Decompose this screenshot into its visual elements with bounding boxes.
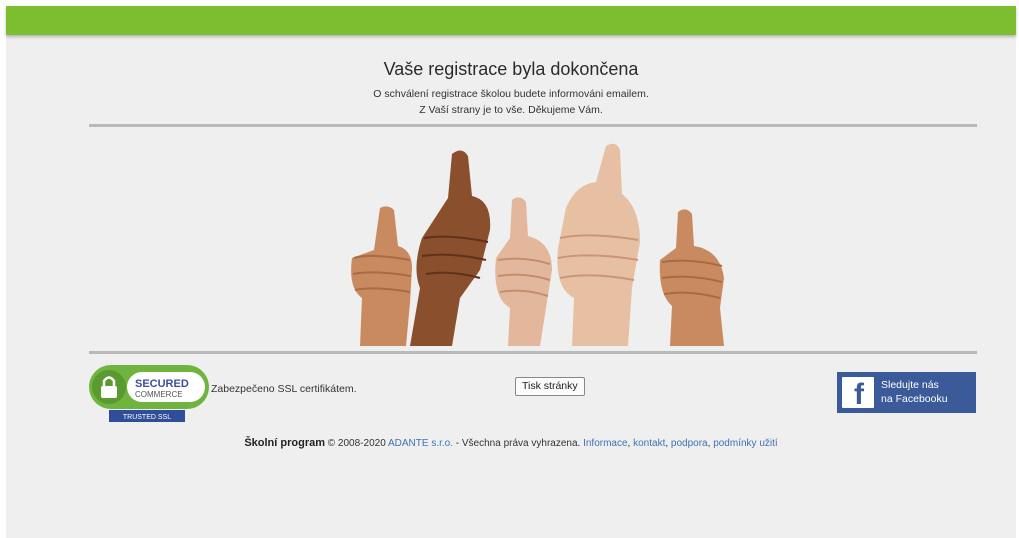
thumbs-up-hands-image (351, 143, 724, 346)
seal-commerce-text: COMMERCE (135, 390, 183, 399)
facebook-label-line2: na Facebooku (881, 393, 948, 405)
top-green-bar (6, 6, 1016, 35)
facebook-follow-button[interactable]: f Sledujte nás na Facebooku (837, 372, 976, 413)
hand-4 (557, 143, 640, 346)
footer-company-link[interactable]: ADANTE s.r.o. (388, 438, 453, 449)
confirmation-message-line1: O schválení registrace školou budete inf… (373, 88, 649, 100)
facebook-logo-letter: f (854, 378, 864, 411)
footer: Školní program © 2008-2020 ADANTE s.r.o.… (244, 437, 778, 449)
footer-terms-link[interactable]: podmínky užití (713, 438, 777, 449)
seal-trusted-text: TRUSTED SSL (123, 414, 171, 421)
ssl-text: Zabezpečeno SSL certifikátem. (211, 383, 357, 395)
footer-brand: Školní program (244, 437, 325, 449)
hand-1 (351, 206, 412, 346)
footer-contact-link[interactable]: kontakt (633, 438, 665, 449)
footer-rights: - Všechna práva vyhrazena. (455, 438, 581, 449)
facebook-icon: f (842, 377, 874, 411)
secured-commerce-seal: SECURED COMMERCE TRUSTED SSL (89, 365, 209, 422)
page: Vaše registrace byla dokončena O schvále… (6, 6, 1016, 538)
lock-icon (101, 386, 117, 398)
footer-info-link[interactable]: Informace (583, 438, 627, 449)
footer-support-link[interactable]: podpora (671, 438, 708, 449)
seal-secured-text: SECURED (135, 378, 189, 390)
hand-3 (495, 197, 552, 346)
facebook-label-line1: Sledujte nás (881, 379, 939, 391)
page-title: Vaše registrace byla dokončena (383, 59, 639, 79)
confirmation-message-line2: Z Vaší strany je to vše. Děkujeme Vám. (419, 104, 603, 116)
divider-top (89, 124, 977, 127)
hand-2 (410, 150, 491, 346)
divider-bottom (89, 351, 977, 354)
facebook-label: Sledujte nás na Facebooku (881, 378, 948, 406)
hand-5 (659, 209, 724, 346)
footer-copyright: © 2008-2020 (327, 438, 386, 449)
print-button[interactable]: Tisk stránky (515, 377, 585, 396)
